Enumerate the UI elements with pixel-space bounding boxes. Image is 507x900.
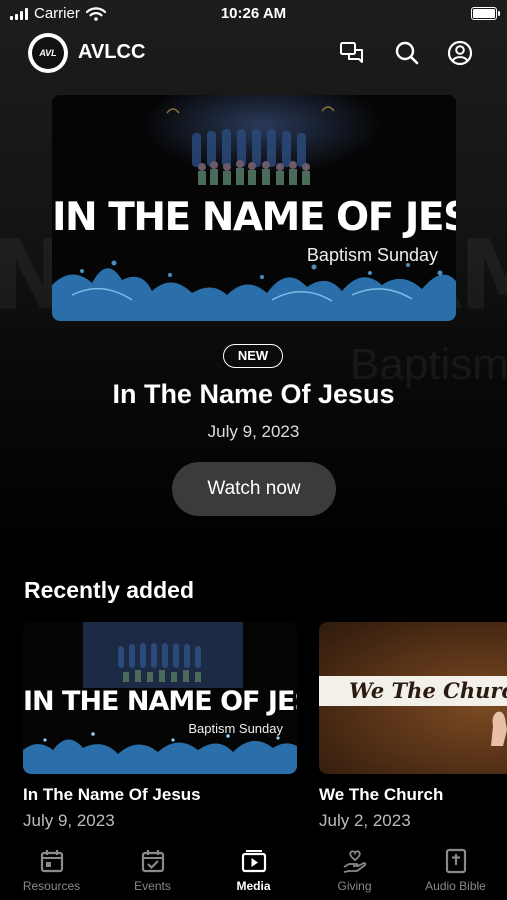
- app-header: AVL AVLCC: [0, 30, 507, 76]
- search-icon[interactable]: [392, 38, 422, 68]
- hero-banner-title: IN THE NAME OF JESUS: [52, 195, 456, 240]
- app-title: AVLCC: [78, 41, 146, 63]
- card-banner-subtitle: Baptism Sunday: [188, 721, 283, 736]
- tab-resources[interactable]: Resources: [1, 842, 102, 893]
- recently-added-heading: Recently added: [24, 577, 194, 603]
- media-card-thumbnail: We The Church: [319, 622, 507, 774]
- media-play-icon: [241, 850, 266, 873]
- bible-icon: [445, 848, 466, 874]
- tab-label: Events: [134, 879, 171, 893]
- card-banner-title: IN THE NAME OF JESUS: [23, 686, 297, 717]
- new-badge: NEW: [223, 344, 283, 368]
- hero-title[interactable]: In The Name Of Jesus: [0, 379, 507, 410]
- watch-now-button[interactable]: Watch now: [172, 462, 336, 516]
- chat-icon[interactable]: [337, 38, 367, 68]
- tab-events[interactable]: Events: [102, 842, 203, 893]
- tab-label: Media: [236, 879, 271, 893]
- calendar-check-icon: [141, 850, 164, 873]
- media-card[interactable]: IN THE NAME OF JESUS Baptism Sunday In T…: [23, 622, 297, 831]
- hero-artwork[interactable]: IN THE NAME OF JESUS Baptism Sunday: [52, 95, 456, 321]
- church-banner-text: We The Church: [349, 678, 507, 703]
- profile-icon[interactable]: [445, 38, 475, 68]
- status-time: 10:26 AM: [220, 5, 287, 22]
- tab-giving[interactable]: Giving: [304, 842, 405, 893]
- tab-label: Resources: [22, 879, 81, 893]
- media-card-date: July 9, 2023: [23, 811, 115, 830]
- hero-banner-subtitle: Baptism Sunday: [306, 245, 438, 265]
- status-bar: Carrier 10:26 AM: [0, 0, 507, 28]
- battery-icon: [471, 7, 500, 20]
- media-card[interactable]: We The Church We The Church July 2, 2023: [319, 622, 507, 831]
- logo-mark: AVL: [32, 37, 64, 69]
- hero-date: July 9, 2023: [207, 422, 300, 441]
- calendar-day-icon: [40, 850, 63, 873]
- pointing-hand-icon: [491, 711, 507, 746]
- church-logo[interactable]: AVL: [28, 33, 68, 73]
- giving-hand-icon: [343, 850, 366, 873]
- tab-audio-bible[interactable]: Audio Bible: [405, 842, 506, 893]
- media-card-title: In The Name Of Jesus: [23, 785, 201, 804]
- tab-bar: Resources Events Media Giving Audio Bibl…: [0, 842, 507, 900]
- tab-label: Audio Bible: [425, 879, 486, 893]
- media-card-date: July 2, 2023: [319, 811, 411, 830]
- media-card-title: We The Church: [319, 785, 444, 804]
- tab-media[interactable]: Media: [203, 842, 304, 893]
- tab-label: Giving: [337, 879, 372, 893]
- media-card-thumbnail: IN THE NAME OF JESUS Baptism Sunday: [23, 622, 297, 774]
